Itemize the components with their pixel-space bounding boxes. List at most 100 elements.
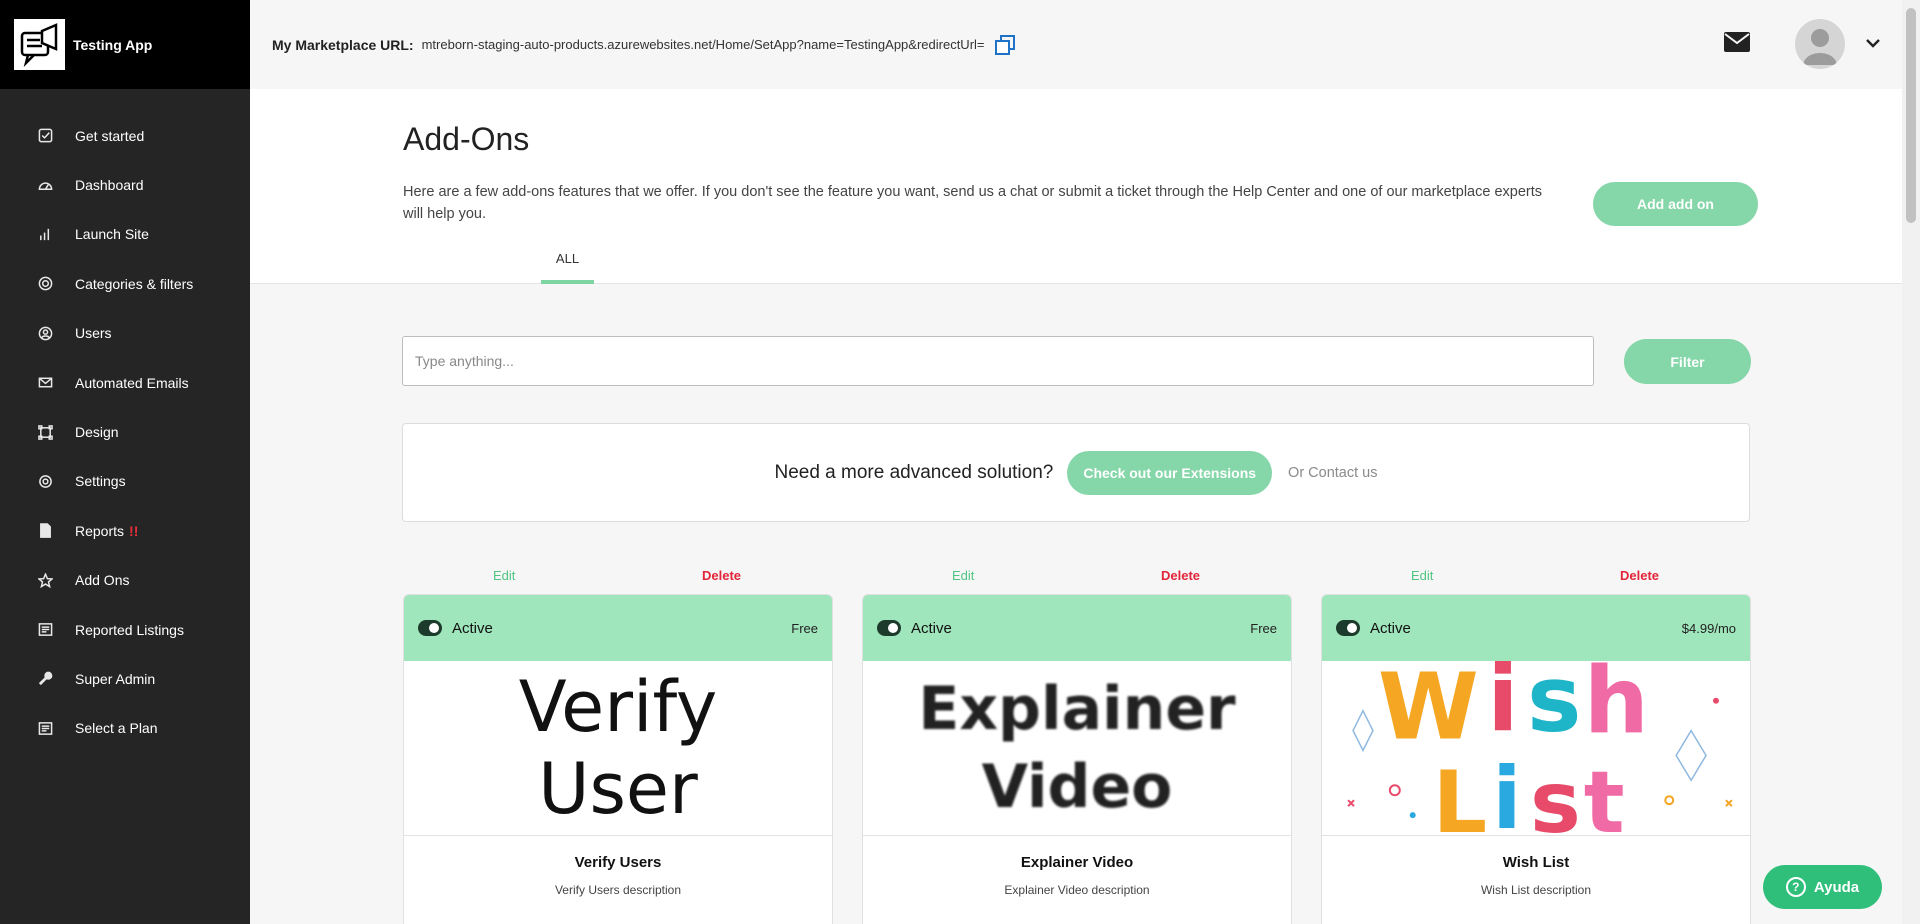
- sidebar-item-users[interactable]: Users: [0, 309, 250, 358]
- page-title: Add-Ons: [403, 121, 530, 157]
- vector-square-icon: [36, 423, 54, 441]
- filter-button[interactable]: Filter: [1624, 339, 1751, 384]
- sidebar-item-label: Reports: [75, 522, 125, 539]
- envelope-icon: [36, 374, 54, 392]
- edit-link[interactable]: Edit: [1411, 568, 1433, 583]
- image-text-line: User: [538, 748, 698, 830]
- avatar[interactable]: [1795, 19, 1845, 69]
- sidebar: Testing App Get started Dashboard Launch…: [0, 0, 250, 924]
- price-label: $4.99/mo: [1681, 620, 1736, 636]
- question-icon: ?: [1785, 877, 1806, 897]
- card-header: Active Free: [863, 595, 1291, 661]
- page-scrollbar[interactable]: [1902, 0, 1920, 924]
- active-toggle[interactable]: [418, 620, 442, 636]
- wish-art-dot: [1712, 697, 1719, 704]
- sidebar-item-label: Select a Plan: [75, 720, 158, 737]
- document-icon: [36, 522, 54, 540]
- wish-art-letter: s: [1527, 661, 1581, 753]
- check-square-icon: [36, 127, 54, 145]
- card-header: Active Free: [404, 595, 832, 661]
- sidebar-item-settings[interactable]: Settings: [0, 457, 250, 506]
- card-description: Wish List description: [1480, 883, 1592, 897]
- edit-link[interactable]: Edit: [493, 568, 515, 583]
- sidebar-nav: Get started Dashboard Launch Site Catego…: [0, 89, 250, 753]
- app-name: Testing App: [73, 36, 153, 53]
- card-actions: Edit Delete: [862, 564, 1292, 594]
- card-header: Active $4.99/mo: [1322, 595, 1750, 661]
- sidebar-item-design[interactable]: Design: [0, 407, 250, 456]
- addon-card-wrapper: Edit Delete Active Free Verify User Veri…: [403, 564, 833, 924]
- wish-art-letter: i: [1487, 661, 1518, 753]
- card-title: Verify Users: [574, 854, 662, 871]
- scrollbar-thumb[interactable]: [1906, 8, 1916, 223]
- gear-icon: [36, 472, 54, 490]
- addon-image: Explainer Video: [863, 661, 1291, 836]
- delete-link[interactable]: Delete: [1161, 568, 1200, 583]
- addon-card-wrapper: Edit Delete Active $4.99/mo W i s h L i …: [1321, 564, 1751, 924]
- price-label: Free: [1250, 620, 1277, 636]
- edit-link[interactable]: Edit: [952, 568, 974, 583]
- card-description: Explainer Video description: [1004, 883, 1150, 897]
- delete-link[interactable]: Delete: [702, 568, 741, 583]
- sidebar-item-categories-filters[interactable]: Categories & filters: [0, 259, 250, 308]
- sidebar-item-label: Launch Site: [75, 226, 149, 243]
- page-description: Here are a few add-ons features that we …: [403, 184, 1542, 222]
- reports-alert-badge: !!: [129, 522, 139, 539]
- wish-art-letter: i: [1492, 750, 1521, 835]
- add-add-on-button[interactable]: Add add on: [1593, 182, 1758, 226]
- sidebar-item-label: Settings: [75, 473, 126, 490]
- card-description: Verify Users description: [554, 883, 682, 897]
- help-label: Ayuda: [1813, 878, 1860, 896]
- check-extensions-button[interactable]: Check out our Extensions: [1067, 450, 1273, 495]
- contact-us-link[interactable]: Or Contact us: [1288, 465, 1377, 481]
- card-title: Explainer Video: [1020, 854, 1134, 871]
- active-toggle[interactable]: [1336, 620, 1360, 636]
- image-text-line: Verify: [518, 666, 718, 748]
- sidebar-item-label: Design: [75, 424, 119, 441]
- addon-card[interactable]: Active Free Verify User Verify Users Ver…: [403, 594, 833, 924]
- addon-card-wrapper: Edit Delete Active Free Explainer Video …: [862, 564, 1292, 924]
- sidebar-item-select-a-plan[interactable]: Select a Plan: [0, 704, 250, 753]
- sidebar-item-reported-listings[interactable]: Reported Listings: [0, 605, 250, 654]
- list-icon: [36, 621, 54, 639]
- list-icon: [36, 719, 54, 737]
- sidebar-item-label: Categories & filters: [75, 275, 194, 292]
- copy-icon[interactable]: [993, 33, 1017, 57]
- wrench-icon: [36, 670, 54, 688]
- addon-card[interactable]: Active Free Explainer Video Explainer Vi…: [862, 594, 1292, 924]
- envelope-icon[interactable]: [1724, 32, 1750, 57]
- addon-image: Verify User: [404, 661, 832, 836]
- top-bar: My Marketplace URL: mtreborn-staging-aut…: [250, 0, 1902, 89]
- delete-link[interactable]: Delete: [1620, 568, 1659, 583]
- sidebar-item-dashboard[interactable]: Dashboard: [0, 160, 250, 209]
- price-label: Free: [791, 620, 818, 636]
- wish-list-artwork: W i s h L i s t: [1323, 661, 1749, 835]
- sidebar-item-launch-site[interactable]: Launch Site: [0, 210, 250, 259]
- status-label: Active: [911, 619, 952, 637]
- card-actions: Edit Delete: [403, 564, 833, 594]
- gauge-icon: [36, 176, 54, 194]
- sidebar-item-super-admin[interactable]: Super Admin: [0, 654, 250, 703]
- wish-art-letter: t: [1584, 754, 1625, 835]
- image-text-line: Video: [981, 752, 1173, 822]
- user-circle-icon: [36, 324, 54, 342]
- marketplace-url-label: My Marketplace URL:: [272, 36, 414, 53]
- marketplace-url-value: mtreborn-staging-auto-products.azurewebs…: [421, 37, 985, 52]
- addon-card[interactable]: Active $4.99/mo W i s h L i s t Wish Lis…: [1321, 594, 1751, 924]
- sidebar-item-label: Users: [75, 325, 112, 342]
- help-button[interactable]: ? Ayuda: [1763, 865, 1882, 909]
- sidebar-item-label: Super Admin: [75, 670, 156, 687]
- sidebar-item-label: Get started: [75, 127, 145, 144]
- bar-chart-icon: [36, 225, 54, 243]
- wish-art-letter: s: [1530, 754, 1581, 835]
- sidebar-item-automated-emails[interactable]: Automated Emails: [0, 358, 250, 407]
- sidebar-item-get-started[interactable]: Get started: [0, 111, 250, 160]
- status-label: Active: [452, 619, 493, 637]
- brand[interactable]: Testing App: [0, 0, 250, 89]
- tab-all[interactable]: ALL: [541, 249, 594, 284]
- sidebar-item-add-ons[interactable]: Add Ons: [0, 556, 250, 605]
- search-input[interactable]: [402, 336, 1594, 386]
- chevron-down-icon[interactable]: [1865, 35, 1881, 56]
- sidebar-item-reports[interactable]: Reports !!: [0, 506, 250, 555]
- active-toggle[interactable]: [877, 620, 901, 636]
